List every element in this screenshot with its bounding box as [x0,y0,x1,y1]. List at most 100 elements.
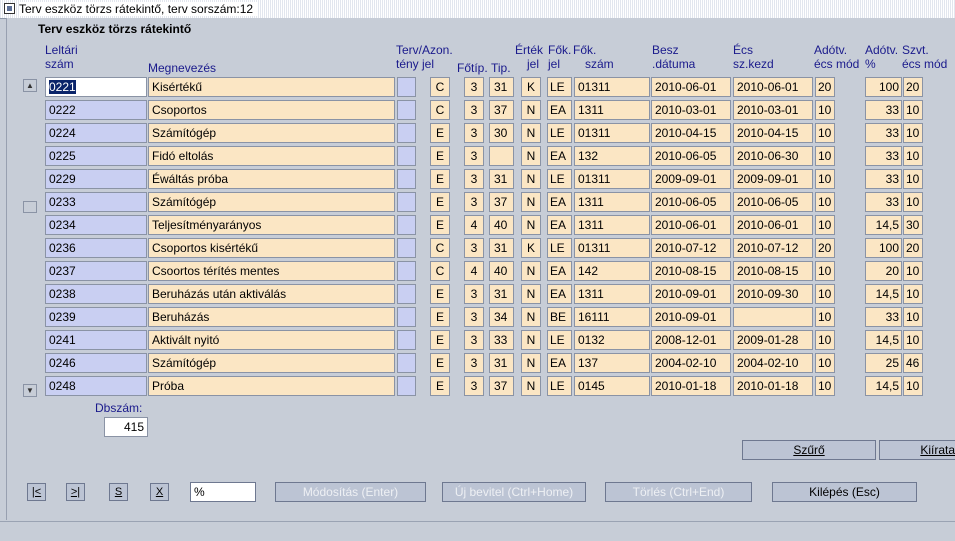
x-button[interactable]: X [150,483,169,501]
fok-jel-field[interactable]: EA [547,353,572,373]
ertek-field[interactable]: K [521,77,541,97]
azon-field[interactable]: C [430,261,450,281]
ertek-field[interactable]: N [521,146,541,166]
terv-field[interactable] [397,261,416,281]
terv-field[interactable] [397,77,416,97]
adotv-pct-field[interactable]: 14,5 [865,215,902,235]
szuro-button[interactable]: Szűrő [742,440,876,460]
tip-field[interactable]: 31 [489,169,514,189]
azon-field[interactable]: C [430,77,450,97]
code-field[interactable]: 0246 [45,353,147,373]
besz-date-field[interactable]: 2008-12-01 [651,330,731,350]
ertek-field[interactable]: K [521,238,541,258]
adotv-ecs-field[interactable]: 10 [815,192,835,212]
adotv-pct-field[interactable]: 100 [865,238,902,258]
name-field[interactable]: Beruházás [148,307,395,327]
ertek-field[interactable]: N [521,261,541,281]
tip-field[interactable]: 31 [489,238,514,258]
ertek-field[interactable]: N [521,376,541,396]
azon-field[interactable]: C [430,238,450,258]
fotip-field[interactable]: 3 [464,192,484,212]
szvt-field[interactable]: 10 [903,307,923,327]
tip-field[interactable]: 30 [489,123,514,143]
fok-jel-field[interactable]: LE [547,169,572,189]
besz-date-field[interactable]: 2009-09-01 [651,169,731,189]
tip-field[interactable]: 34 [489,307,514,327]
adotv-ecs-field[interactable]: 20 [815,238,835,258]
tip-field[interactable]: 40 [489,215,514,235]
azon-field[interactable]: E [430,215,450,235]
terv-field[interactable] [397,169,416,189]
ecs-date-field[interactable]: 2010-06-01 [733,77,813,97]
code-field[interactable]: 0248 [45,376,147,396]
besz-date-field[interactable]: 2010-07-12 [651,238,731,258]
fok-jel-field[interactable]: LE [547,77,572,97]
tip-field[interactable]: 37 [489,192,514,212]
besz-date-field[interactable]: 2004-02-10 [651,353,731,373]
search-input[interactable]: % [190,482,256,502]
ertek-field[interactable]: N [521,192,541,212]
adotv-ecs-field[interactable]: 10 [815,330,835,350]
fok-jel-field[interactable]: EA [547,146,572,166]
code-field[interactable]: 0241 [45,330,147,350]
adotv-ecs-field[interactable]: 10 [815,376,835,396]
ertek-field[interactable]: N [521,307,541,327]
fok-jel-field[interactable]: LE [547,123,572,143]
name-field[interactable]: Számítógép [148,123,395,143]
terv-field[interactable] [397,353,416,373]
ecs-date-field[interactable] [733,307,813,327]
code-field[interactable]: 0236 [45,238,147,258]
adotv-ecs-field[interactable]: 10 [815,100,835,120]
besz-date-field[interactable]: 2010-01-18 [651,376,731,396]
szvt-field[interactable]: 30 [903,215,923,235]
terv-field[interactable] [397,238,416,258]
fotip-field[interactable]: 3 [464,307,484,327]
ecs-date-field[interactable]: 2010-06-01 [733,215,813,235]
ecs-date-field[interactable]: 2010-06-05 [733,192,813,212]
terv-field[interactable] [397,330,416,350]
ecs-date-field[interactable]: 2010-04-15 [733,123,813,143]
code-field[interactable]: 0224 [45,123,147,143]
fok-jel-field[interactable]: EA [547,100,572,120]
name-field[interactable]: Fidó eltolás [148,146,395,166]
szvt-field[interactable]: 10 [903,376,923,396]
scrollbar-thumb[interactable] [23,201,37,213]
code-field[interactable]: 0229 [45,169,147,189]
name-field[interactable]: Számítógép [148,192,395,212]
ecs-date-field[interactable]: 2009-09-01 [733,169,813,189]
azon-field[interactable]: E [430,307,450,327]
last-record-button[interactable]: >| [66,483,85,501]
fok-szam-field[interactable]: 16111 [574,307,650,327]
code-field[interactable]: 0238 [45,284,147,304]
name-field[interactable]: Kisértékű [148,77,395,97]
tip-field[interactable]: 37 [489,376,514,396]
fotip-field[interactable]: 3 [464,123,484,143]
adotv-ecs-field[interactable]: 10 [815,123,835,143]
terv-field[interactable] [397,100,416,120]
ertek-field[interactable]: N [521,123,541,143]
adotv-pct-field[interactable]: 33 [865,123,902,143]
adotv-ecs-field[interactable]: 10 [815,146,835,166]
fotip-field[interactable]: 4 [464,215,484,235]
code-field[interactable]: 0221 [45,77,147,97]
terv-field[interactable] [397,307,416,327]
name-field[interactable]: Csoportos kisértékű [148,238,395,258]
besz-date-field[interactable]: 2010-09-01 [651,284,731,304]
fotip-field[interactable]: 3 [464,353,484,373]
adotv-ecs-field[interactable]: 10 [815,169,835,189]
szvt-field[interactable]: 10 [903,146,923,166]
adotv-ecs-field[interactable]: 10 [815,307,835,327]
azon-field[interactable]: E [430,123,450,143]
besz-date-field[interactable]: 2010-03-01 [651,100,731,120]
szvt-field[interactable]: 20 [903,238,923,258]
besz-date-field[interactable]: 2010-09-01 [651,307,731,327]
adotv-pct-field[interactable]: 14,5 [865,284,902,304]
fotip-field[interactable]: 3 [464,330,484,350]
ertek-field[interactable]: N [521,284,541,304]
adotv-pct-field[interactable]: 14,5 [865,376,902,396]
name-field[interactable]: Számítógép [148,353,395,373]
szvt-field[interactable]: 10 [903,261,923,281]
kilepes-button[interactable]: Kilépés (Esc) [772,482,917,502]
ecs-date-field[interactable]: 2010-09-30 [733,284,813,304]
code-field[interactable]: 0239 [45,307,147,327]
